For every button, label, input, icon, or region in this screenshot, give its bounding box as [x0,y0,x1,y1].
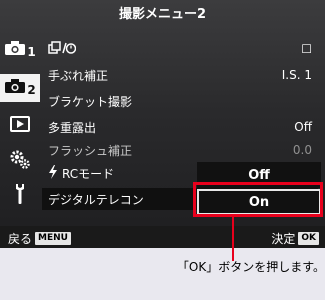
menu-title: 撮影メニュー2 [118,7,207,22]
ok-hint[interactable]: 決定 OK [271,230,319,247]
callout-line [232,217,234,261]
menu-item-value: I.S. 1 [281,68,312,82]
menu-tabs: 1 2 [0,30,40,226]
ok-button-tag: OK [298,232,319,245]
gears-icon [9,149,31,173]
ok-label: 決定 [271,232,296,246]
back-label: 戻る [8,232,33,246]
callout-text: 「OK」ボタンを押します。 [176,260,325,274]
back-hint[interactable]: 戻る MENU [8,230,71,247]
menu-item-value: ☐ [301,42,312,56]
flash-icon [48,164,58,182]
camera-icon [4,78,26,98]
tab-number: 1 [27,45,36,59]
tab-setup-menu[interactable] [0,182,40,210]
menu-item-value: Off [294,120,312,134]
menu-item-multiple-exposure[interactable]: 多重露出 Off [42,116,318,138]
tab-number: 2 [27,83,36,97]
camera-menu-screen: 撮影メニュー2 1 2 ☐ 手ぶれ補正 I.S. 1 ブラケット撮影 多重露出 … [0,0,325,248]
bottom-bar: 戻る MENU 決定 OK [0,226,325,248]
menu-item-image-stabilizer[interactable]: 手ぶれ補正 I.S. 1 [42,64,318,86]
menu-item-flash-compensation[interactable]: フラッシュ補正 0.0 [42,139,318,161]
tab-shooting-menu-1[interactable]: 1 [0,36,40,64]
wrench-icon [13,183,27,209]
tab-playback-menu[interactable] [0,112,40,140]
menu-button-tag: MENU [35,232,71,245]
tab-custom-menu[interactable] [0,147,40,175]
option-on[interactable]: On [197,189,321,215]
menu-item-drive-mode[interactable]: ☐ [42,38,318,60]
camera-icon [4,40,26,60]
menu-item-value: 0.0 [292,143,312,157]
playback-icon [10,116,30,136]
tab-shooting-menu-2[interactable]: 2 [0,74,40,102]
menu-item-bracketing[interactable]: ブラケット撮影 [42,90,318,112]
drive-timer-icon [48,40,77,58]
option-off[interactable]: Off [197,162,321,188]
option-popup: Off On [197,159,321,217]
